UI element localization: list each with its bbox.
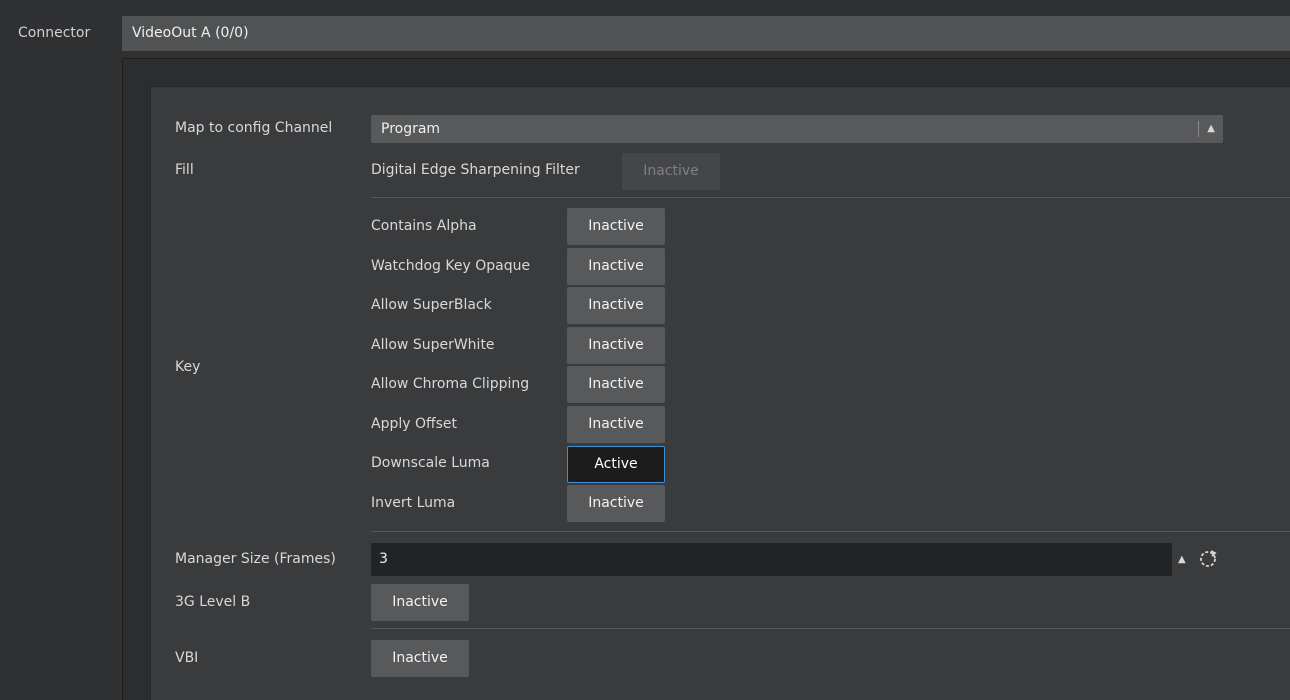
fill-label: Fill [175,162,194,178]
apply-offset-label: Apply Offset [371,416,458,432]
apply-offset-toggle[interactable]: Inactive [567,406,665,443]
watchdog-key-opaque-toggle[interactable]: Inactive [567,248,665,285]
allow-chroma-clipping-label: Allow Chroma Clipping [371,376,530,392]
channel-select-value: Program [381,121,441,137]
vbi-toggle[interactable]: Inactive [371,640,469,677]
allow-superblack-label: Allow SuperBlack [371,297,492,313]
connector-select[interactable]: VideoOut A (0/0) [122,16,1290,51]
connector-label: Connector [18,25,91,41]
spin-arrows-icon[interactable]: ▲ [1178,543,1186,576]
key-label: Key [175,359,201,375]
manager-size-label: Manager Size (Frames) [175,551,336,567]
watchdog-key-opaque-label: Watchdog Key Opaque [371,258,531,274]
map-channel-label: Map to config Channel [175,120,333,136]
invert-luma-toggle[interactable]: Inactive [567,485,665,522]
invert-luma-label: Invert Luma [371,495,456,511]
allow-superblack-toggle[interactable]: Inactive [567,287,665,324]
contains-alpha-label: Contains Alpha [371,218,477,234]
allow-superwhite-label: Allow SuperWhite [371,337,495,353]
level-3g-toggle[interactable]: Inactive [371,584,469,621]
separator [371,531,1290,532]
inner-panel [150,86,1290,700]
manager-size-input[interactable]: 3 [371,543,1172,576]
separator [371,197,1290,198]
fill-filter-label: Digital Edge Sharpening Filter [371,162,580,178]
separator [371,628,1290,629]
allow-chroma-clipping-toggle[interactable]: Inactive [567,366,665,403]
select-divider [1198,121,1199,137]
channel-select[interactable]: Program ▲ [371,115,1223,143]
level-3g-label: 3G Level B [175,594,251,610]
downscale-luma-label: Downscale Luma [371,455,490,471]
fill-filter-toggle[interactable]: Inactive [622,153,720,190]
allow-superwhite-toggle[interactable]: Inactive [567,327,665,364]
reset-icon[interactable] [1198,549,1218,569]
downscale-luma-toggle[interactable]: Active [567,446,665,483]
vbi-label: VBI [175,650,199,666]
contains-alpha-toggle[interactable]: Inactive [567,208,665,245]
updown-arrows-icon: ▲ [1207,123,1215,134]
